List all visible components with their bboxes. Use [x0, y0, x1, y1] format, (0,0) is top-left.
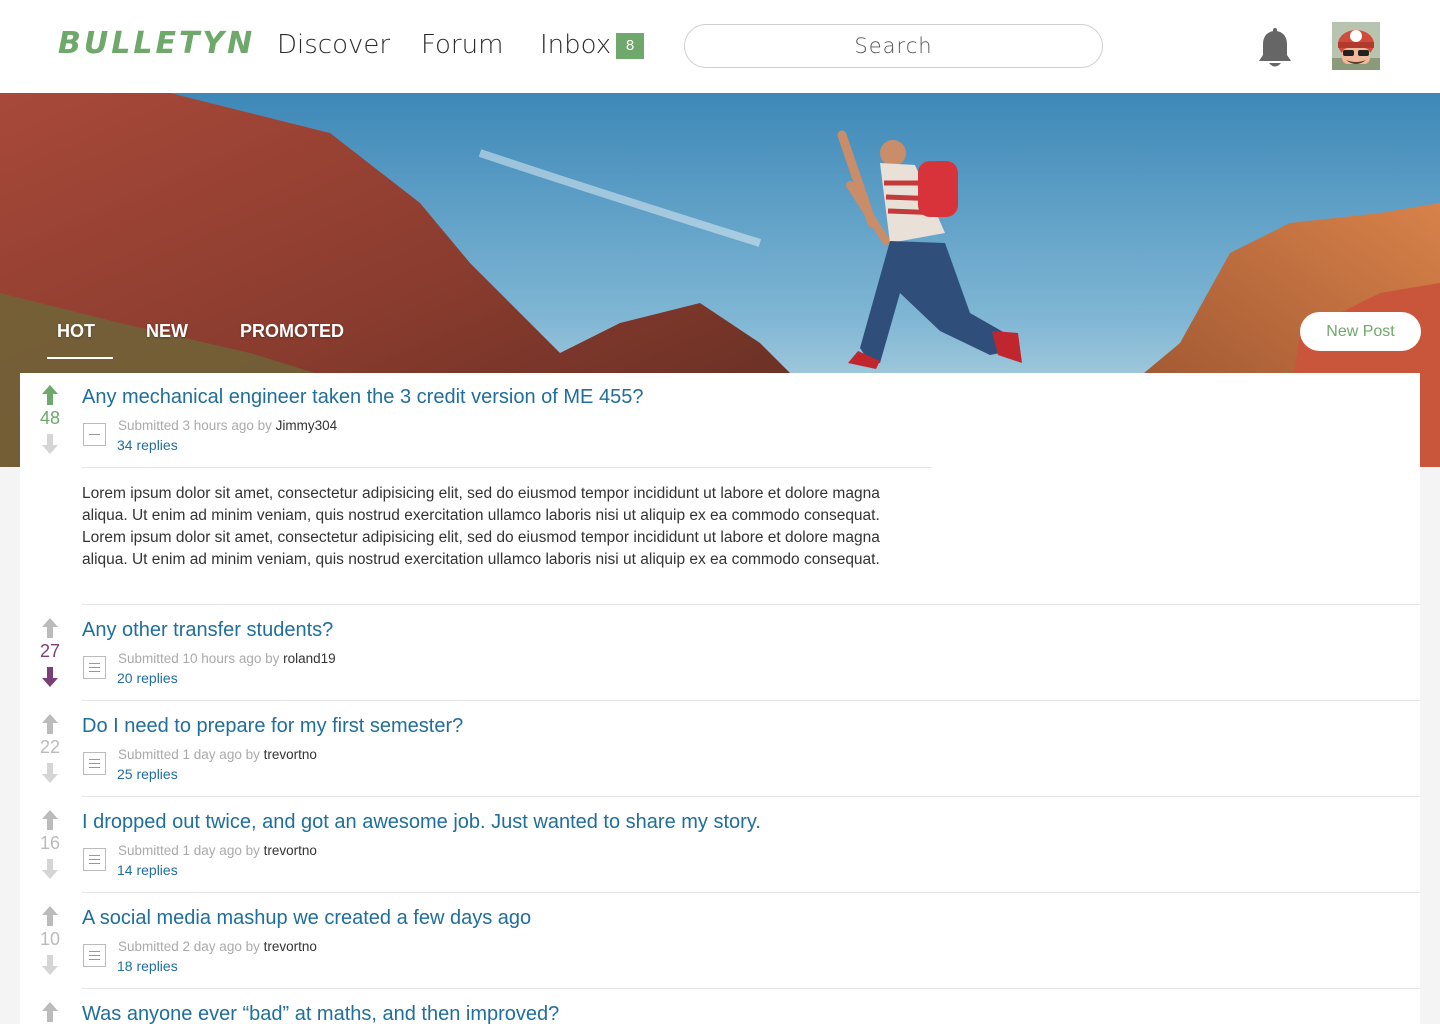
nav-discover[interactable]: Discover — [277, 30, 390, 60]
vote-count: 22 — [39, 737, 61, 757]
search-input[interactable] — [684, 24, 1103, 68]
author-name[interactable]: roland19 — [283, 651, 336, 666]
downvote-arrow-icon[interactable] — [42, 859, 58, 879]
post-title[interactable]: Any mechanical engineer taken the 3 cred… — [82, 386, 643, 409]
downvote-arrow-icon[interactable] — [42, 434, 58, 454]
inbox-count-badge[interactable]: 8 — [616, 33, 644, 59]
post-meta: Submitted 2 day ago by trevortno — [118, 939, 317, 954]
tab-promoted[interactable]: PROMOTED — [240, 321, 344, 342]
expand-post-icon[interactable] — [83, 752, 106, 775]
new-post-button[interactable]: New Post — [1300, 312, 1421, 351]
vote-count: 16 — [39, 833, 61, 853]
post-meta: Submitted 1 day ago by trevortno — [118, 747, 317, 762]
submitted-text: Submitted 1 day ago by — [118, 747, 264, 762]
author-name[interactable]: trevortno — [264, 939, 317, 954]
downvote-arrow-icon[interactable] — [42, 955, 58, 975]
bell-icon[interactable] — [1257, 28, 1293, 70]
divider — [82, 467, 931, 468]
list-item: 16 I dropped out twice, and got an aweso… — [20, 797, 1420, 893]
tab-hot[interactable]: HOT — [57, 321, 95, 342]
post-meta: Submitted 10 hours ago by roland19 — [118, 651, 336, 666]
post-title[interactable]: Any other transfer students? — [82, 619, 333, 642]
submitted-text: Submitted 2 day ago by — [118, 939, 264, 954]
site-logo[interactable]: BULLETYN — [58, 26, 255, 61]
replies-link[interactable]: 20 replies — [117, 670, 178, 686]
user-avatar[interactable] — [1332, 22, 1380, 70]
expand-post-icon[interactable] — [83, 944, 106, 967]
expand-post-icon[interactable] — [83, 656, 106, 679]
post-meta: Submitted 3 hours ago by Jimmy304 — [118, 418, 337, 433]
nav-inbox[interactable]: Inbox — [540, 30, 611, 60]
upvote-arrow-icon[interactable] — [42, 714, 58, 734]
post-title[interactable]: A social media mashup we created a few d… — [82, 907, 531, 930]
post-feed: 48 Any mechanical engineer taken the 3 c… — [20, 373, 1420, 1024]
top-navbar: BULLETYN Discover Forum Inbox 8 — [0, 0, 1440, 93]
active-tab-indicator — [47, 357, 113, 359]
upvote-arrow-icon[interactable] — [42, 906, 58, 926]
upvote-arrow-icon[interactable] — [42, 618, 58, 638]
post-meta: Submitted 1 day ago by trevortno — [118, 843, 317, 858]
vote-count: 10 — [39, 929, 61, 949]
upvote-arrow-icon[interactable] — [42, 385, 58, 405]
replies-link[interactable]: 25 replies — [117, 766, 178, 782]
list-item: 10 A social media mashup we created a fe… — [20, 893, 1420, 989]
tab-new[interactable]: NEW — [146, 321, 188, 342]
list-item: 27 Any other transfer students? Submitte… — [20, 605, 1420, 701]
submitted-text: Submitted 1 day ago by — [118, 843, 264, 858]
vote-count: 27 — [39, 641, 61, 661]
list-item: 22 Do I need to prepare for my first sem… — [20, 701, 1420, 797]
downvote-arrow-icon[interactable] — [42, 763, 58, 783]
replies-link[interactable]: 34 replies — [117, 437, 178, 453]
nav-forum[interactable]: Forum — [421, 30, 503, 60]
post-title[interactable]: Do I need to prepare for my first semest… — [82, 715, 463, 738]
list-item: 48 Any mechanical engineer taken the 3 c… — [20, 373, 1420, 605]
author-name[interactable]: Jimmy304 — [276, 418, 338, 433]
post-title[interactable]: Was anyone ever “bad” at maths, and then… — [82, 1003, 559, 1024]
replies-link[interactable]: 18 replies — [117, 958, 178, 974]
vote-count: 48 — [39, 408, 61, 428]
post-body: Lorem ipsum dolor sit amet, consectetur … — [82, 485, 880, 568]
upvote-arrow-icon[interactable] — [42, 810, 58, 830]
list-item: Was anyone ever “bad” at maths, and then… — [20, 989, 1420, 1024]
replies-link[interactable]: 14 replies — [117, 862, 178, 878]
collapse-post-icon[interactable] — [83, 423, 106, 446]
upvote-arrow-icon[interactable] — [42, 1002, 58, 1022]
submitted-text: Submitted 3 hours ago by — [118, 418, 276, 433]
submitted-text: Submitted 10 hours ago by — [118, 651, 284, 666]
downvote-arrow-icon[interactable] — [42, 667, 58, 687]
author-name[interactable]: trevortno — [264, 843, 317, 858]
expand-post-icon[interactable] — [83, 848, 106, 871]
post-title[interactable]: I dropped out twice, and got an awesome … — [82, 811, 761, 834]
author-name[interactable]: trevortno — [264, 747, 317, 762]
